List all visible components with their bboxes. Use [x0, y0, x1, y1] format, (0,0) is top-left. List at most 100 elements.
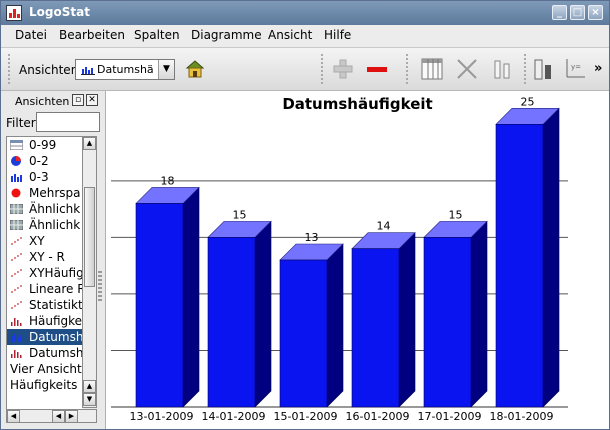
views-list-hscrollbar[interactable]: ◀ ◀ ▶ [6, 409, 97, 423]
toolbar-grip[interactable] [406, 54, 408, 84]
menu-spalten[interactable]: Spalten [134, 28, 180, 42]
x-tick-label: 18-01-2009 [490, 410, 554, 423]
add-icon[interactable] [330, 56, 356, 82]
bar [423, 237, 472, 408]
x-tick-label: 17-01-2009 [418, 410, 482, 423]
restore-panel-icon[interactable]: ▫ [72, 94, 84, 106]
histogram-icon [11, 318, 22, 326]
table-icon [10, 140, 23, 150]
remove-icon[interactable] [364, 56, 390, 82]
list-item[interactable]: 0-99 [7, 137, 83, 153]
menu-datei[interactable]: Datei [15, 28, 47, 42]
grid-icon [10, 204, 23, 214]
list-item-label: Datumsh [29, 330, 83, 344]
menu-bar: Datei Bearbeiten Spalten Diagramme Ansic… [1, 25, 609, 48]
x-tick-label: 16-01-2009 [346, 410, 410, 423]
list-item-label: Vier Ansichte [10, 362, 83, 376]
title-bar[interactable]: LogoStat _ □ × [1, 1, 609, 25]
x-tick-label: 15-01-2009 [274, 410, 338, 423]
list-item[interactable]: XYHäufig [7, 265, 83, 281]
bar [495, 124, 544, 408]
panel-splitter[interactable] [98, 271, 102, 301]
views-list[interactable]: 0-99 0-2 0-3 Mehrspa Ähnlichk Ähnlichk XY XY - … [6, 136, 83, 410]
data-label: 13 [305, 231, 319, 244]
list-item[interactable]: Ähnlichk [7, 217, 83, 233]
views-panel: Ansichten ▫ ✕ Filter 0-99 0-2 0-3 Mehrspa Äh… [1, 91, 106, 429]
delete-column-icon[interactable] [454, 56, 480, 82]
views-list-vscrollbar[interactable]: ▲ ▲ ▼ [82, 136, 97, 408]
toolbar: Ansichten Datumshä ▼ y= » [1, 48, 609, 91]
maximize-button[interactable]: □ [570, 5, 585, 20]
list-item-label: Datumsh [29, 346, 83, 360]
columns-icon[interactable] [419, 56, 445, 82]
minimize-button[interactable]: _ [552, 5, 567, 20]
split-column-icon[interactable] [489, 56, 515, 82]
toolbar-grip[interactable] [321, 54, 323, 84]
scroll-thumb[interactable] [84, 187, 95, 287]
list-item[interactable]: 0-3 [7, 169, 83, 185]
toolbar-grip[interactable] [524, 54, 526, 84]
menu-hilfe[interactable]: Hilfe [324, 28, 351, 42]
list-item-label: Lineare R [29, 282, 83, 296]
list-item[interactable]: Statistikta [7, 297, 83, 313]
list-item-label: Ähnlichk [29, 218, 81, 232]
list-item[interactable]: Ähnlichk [7, 201, 83, 217]
panel-title: Ansichten [15, 95, 70, 108]
list-item-label: 0-3 [29, 170, 49, 184]
scroll-up-icon[interactable]: ▲ [83, 137, 96, 150]
bar [279, 259, 328, 408]
scatter-icon [11, 237, 22, 245]
filter-input[interactable] [36, 112, 100, 132]
axis-icon[interactable]: y= [562, 56, 588, 82]
list-item-label: XY [29, 234, 45, 248]
data-label: 18 [161, 174, 175, 187]
list-item[interactable]: Datumsh [7, 345, 83, 361]
scatter-icon [11, 253, 22, 261]
bar-chart: 18 13-01-2009 15 14-01-2009 13 15-01-2009 14 16… [111, 95, 568, 423]
view-select[interactable]: Datumshä ▼ [75, 59, 175, 80]
x-tick-label: 14-01-2009 [202, 410, 266, 423]
toolbar-grip[interactable] [8, 54, 10, 84]
list-item[interactable]: Vier Ansichte [7, 361, 83, 377]
list-item[interactable]: Häufigkeits M [7, 377, 83, 393]
scroll-down-icon[interactable]: ▼ [83, 393, 96, 406]
app-logo-icon [6, 5, 22, 21]
bar-side [326, 243, 344, 408]
close-button[interactable]: × [588, 5, 603, 20]
view-select-value: Datumshä [97, 63, 154, 76]
menu-ansicht[interactable]: Ansicht [268, 28, 312, 42]
list-item[interactable]: 0-2 [7, 153, 83, 169]
chevron-down-icon[interactable]: ▼ [158, 60, 174, 79]
bar [207, 237, 256, 408]
filter-label: Filter [6, 116, 36, 130]
toolbar-overflow-button[interactable]: » [594, 61, 602, 76]
list-item-label: Statistikta [29, 298, 83, 312]
list-item-label: Häufigkeits M [10, 378, 83, 392]
list-item-label: XYHäufig [29, 266, 83, 280]
scroll-left-icon[interactable]: ◀ [7, 410, 20, 423]
list-item[interactable]: Mehrspa [7, 185, 83, 201]
list-item[interactable]: Datumsh [7, 329, 83, 345]
list-item-label: XY - R [29, 250, 65, 264]
scroll-right-icon[interactable]: ▶ [65, 410, 78, 423]
scroll-up-icon[interactable]: ▲ [83, 380, 96, 393]
menu-diagramme[interactable]: Diagramme [191, 28, 262, 42]
list-item-label: Mehrspa [29, 186, 81, 200]
list-item[interactable]: XY [7, 233, 83, 249]
window-title: LogoStat [29, 5, 90, 19]
list-item[interactable]: Lineare R [7, 281, 83, 297]
scroll-left-icon[interactable]: ◀ [52, 410, 65, 423]
bar-chart-icon [11, 334, 22, 342]
list-item-label: Ähnlichk [29, 202, 81, 216]
bar-chart-icon [11, 174, 22, 182]
close-panel-icon[interactable]: ✕ [86, 94, 98, 106]
menu-bearbeiten[interactable]: Bearbeiten [59, 28, 125, 42]
scatter-icon [11, 269, 22, 277]
list-item[interactable]: XY - R [7, 249, 83, 265]
data-label: 14 [377, 220, 391, 233]
pie-chart-icon [11, 156, 21, 166]
bar-chart-icon[interactable] [531, 56, 557, 82]
list-item-label: 0-99 [29, 138, 57, 152]
list-item[interactable]: Häufigke [7, 313, 83, 329]
home-icon[interactable] [182, 56, 208, 82]
